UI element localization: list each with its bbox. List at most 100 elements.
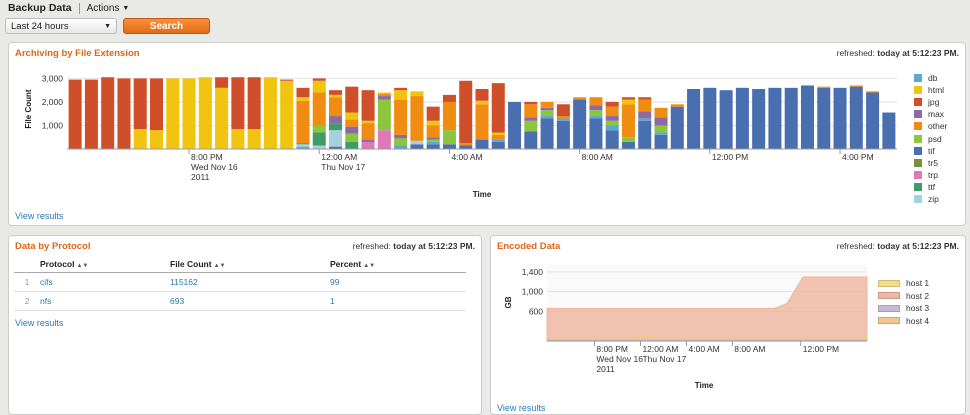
bar-segment-zip — [410, 140, 424, 145]
top-bar: Backup Data Actions ▼ — [0, 0, 970, 16]
bar-segment-other — [475, 104, 489, 140]
bar-segment-tif — [410, 144, 424, 149]
legend-swatch — [914, 74, 922, 82]
legend-item: tr5 — [914, 158, 938, 168]
legend-label: trp — [928, 169, 938, 180]
view-results-link[interactable]: View results — [497, 403, 545, 413]
legend-item: db — [914, 73, 937, 83]
bar-segment-jpg — [475, 89, 489, 101]
x-tick-label: 4:00 AM — [689, 344, 720, 354]
bar-segment-psd — [394, 138, 408, 146]
bar-segment-tif — [475, 139, 489, 149]
bar-segment-jpg — [215, 77, 229, 88]
bar-segment-tif — [687, 89, 701, 149]
view-results-link[interactable]: View results — [15, 211, 63, 221]
bar-segment-other — [491, 134, 505, 140]
bar-segment-jpg — [68, 79, 82, 149]
x-tick-label: 12:00 PM — [712, 152, 748, 162]
x-tick-label: 2011 — [596, 364, 615, 374]
bar-segment-html — [280, 80, 294, 149]
bar-segment-max — [426, 137, 440, 140]
bar-segment-psd — [654, 125, 668, 133]
bar-segment-jpg — [345, 86, 359, 113]
x-tick-label: 8:00 AM — [734, 344, 765, 354]
legend-item: zip — [914, 194, 939, 204]
search-button[interactable]: Search — [123, 18, 210, 34]
bar-segment-html — [475, 100, 489, 105]
bar-segment-other — [394, 99, 408, 135]
bar-segment-html — [410, 91, 424, 97]
column-header-percent[interactable]: Percent ▲▼ — [330, 256, 466, 273]
file-count-cell[interactable]: 115162 — [170, 272, 330, 292]
bar-segment-psd — [621, 137, 635, 142]
bar-segment-other — [312, 92, 326, 126]
sort-icon: ▲▼ — [213, 263, 226, 269]
bar-segment-other — [670, 104, 684, 107]
bar-segment-max — [638, 111, 652, 119]
bar-segment-other — [377, 93, 391, 97]
legend-item: other — [914, 121, 947, 131]
legend-swatch — [914, 122, 922, 131]
bar-segment-db — [556, 118, 570, 121]
bar-segment-jpg — [280, 79, 294, 81]
bar-segment-tif — [605, 130, 619, 149]
bar-segment-jpg — [150, 78, 164, 131]
view-results-link[interactable]: View results — [15, 318, 63, 328]
protocol-cell[interactable]: cifs — [40, 272, 170, 292]
legend-item: ttf — [914, 182, 935, 192]
y-tick-label: 1,000 — [42, 120, 64, 130]
bar-segment-trp — [361, 141, 375, 149]
bar-segment-jpg — [442, 94, 456, 102]
percent-cell[interactable]: 99 — [330, 272, 466, 292]
bar-segment-db — [589, 116, 603, 119]
table-row: 2 nfs 693 1 — [14, 291, 466, 311]
legend-label: html — [928, 85, 945, 96]
actions-menu[interactable]: Actions ▼ — [87, 3, 130, 14]
bar-segment-db — [540, 116, 554, 119]
bar-segment-psd — [426, 139, 440, 142]
protocol-cell[interactable]: nfs — [40, 291, 170, 311]
legend-swatch — [878, 304, 900, 312]
bar-segment-psd — [442, 130, 456, 145]
y-tick-label: 1,000 — [522, 287, 544, 297]
bar-segment-jpg — [459, 80, 473, 144]
x-tick-label: 8:00 PM — [191, 152, 223, 162]
legend-label: tif — [928, 145, 935, 156]
protocol-table: Protocol ▲▼ File Count ▲▼ Percent ▲▼ 1 cifs… — [14, 256, 466, 311]
bar-segment-jpg — [84, 79, 98, 149]
legend-label: max — [928, 109, 945, 120]
legend-swatch — [878, 317, 900, 324]
legend-label: jpg — [928, 97, 940, 108]
legend-label: host 3 — [906, 303, 930, 313]
x-tick-label: Wed Nov 16 — [596, 354, 643, 364]
bar-segment-max — [540, 107, 554, 111]
bar-segment-html — [215, 87, 229, 149]
bar-segment-html — [182, 78, 196, 149]
bar-segment-psd — [524, 120, 538, 132]
bar-segment-tif — [784, 87, 798, 149]
bar-segment-jpg — [605, 101, 619, 107]
legend-item: host 3 — [878, 303, 929, 313]
column-header-protocol[interactable]: Protocol ▲▼ — [40, 256, 170, 273]
y-axis-label: GB — [504, 296, 513, 308]
file-count-cell[interactable]: 693 — [170, 291, 330, 311]
column-header-file-count[interactable]: File Count ▲▼ — [170, 256, 330, 273]
legend-swatch — [914, 170, 922, 179]
bar-segment-tif — [866, 92, 880, 149]
bar-segment-jpg — [394, 87, 408, 91]
legend-swatch — [914, 98, 922, 107]
bar-segment-db — [605, 125, 619, 131]
bar-segment-jpg — [491, 83, 505, 133]
bar-segment-tif — [833, 87, 847, 149]
bar-segment-jpg — [133, 78, 147, 129]
bar-segment-max — [589, 105, 603, 111]
panel-title: Data by Protocol — [15, 241, 91, 252]
time-range-select[interactable]: Last 24 hours ▼ — [5, 18, 117, 34]
legend-swatch — [914, 158, 922, 167]
bar-segment-ttf — [329, 123, 343, 131]
bar-segment-tif — [589, 118, 603, 149]
bar-segment-psd — [345, 133, 359, 142]
percent-cell[interactable]: 1 — [330, 291, 466, 311]
bar-segment-tif — [524, 131, 538, 149]
bar-segment-psd — [540, 110, 554, 117]
